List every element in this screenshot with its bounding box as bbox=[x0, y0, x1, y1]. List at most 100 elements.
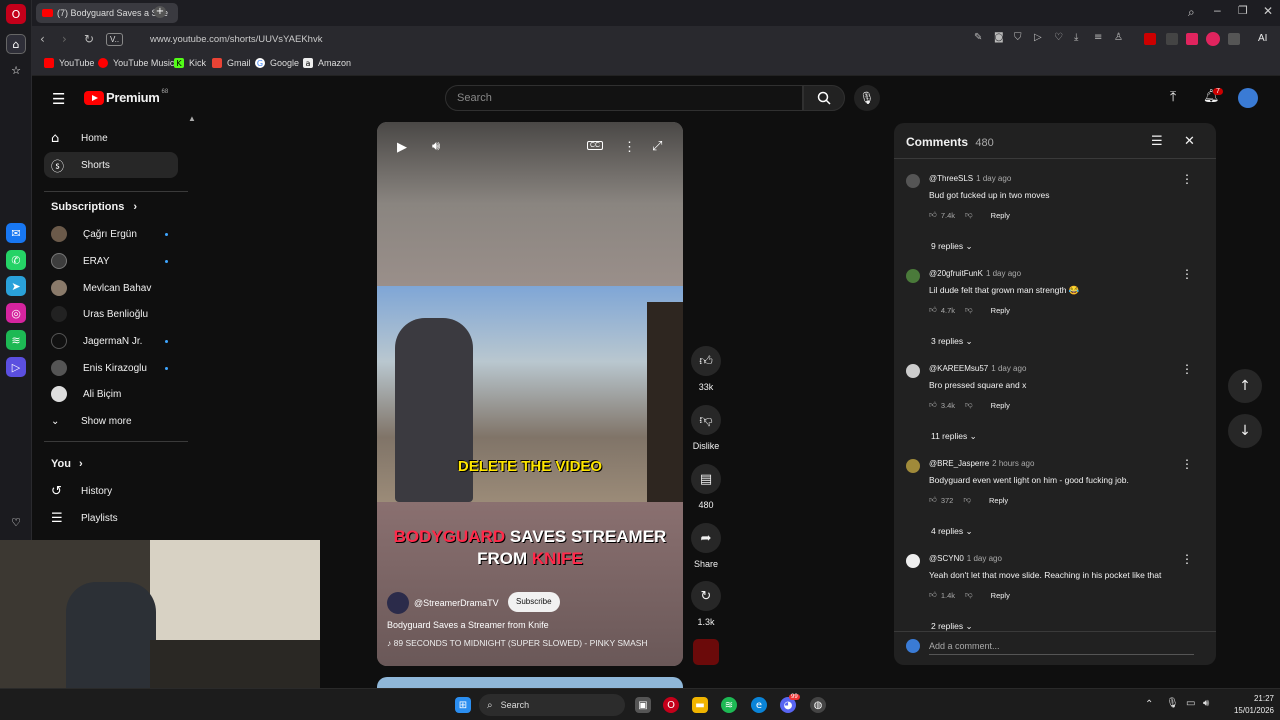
dislike-button[interactable]: 👎︎ Dislike bbox=[689, 405, 723, 451]
spotify-taskbar-icon[interactable]: ≋ bbox=[721, 697, 737, 713]
extension-icon[interactable] bbox=[1144, 33, 1156, 45]
youtube-premium-logo[interactable]: Premium 68 bbox=[84, 89, 168, 105]
comment-menu-icon[interactable]: ⋮ bbox=[1181, 172, 1193, 186]
sidebar-item-history[interactable]: ↺ History bbox=[44, 478, 178, 504]
extension-icon[interactable] bbox=[1228, 33, 1240, 45]
extension-icon[interactable] bbox=[1186, 33, 1198, 45]
reply-button[interactable]: Reply bbox=[991, 306, 1010, 315]
more-options-icon[interactable]: ⋮ bbox=[623, 139, 636, 155]
voice-search-button[interactable]: 🎙 bbox=[854, 85, 880, 111]
subscription-item[interactable]: ERAY bbox=[44, 248, 178, 274]
thumbs-up-icon[interactable]: 👍︎ bbox=[929, 305, 937, 315]
video-title[interactable]: Bodyguard Saves a Streamer from Knife bbox=[387, 620, 549, 630]
reload-icon[interactable]: ↻ bbox=[84, 32, 94, 46]
site-info-badge[interactable]: V.. bbox=[106, 33, 124, 46]
fullscreen-icon[interactable]: ⤢ bbox=[652, 139, 662, 154]
search-tabs-icon[interactable]: ⌕ bbox=[1188, 5, 1195, 20]
task-view-icon[interactable]: ▣ bbox=[635, 697, 651, 713]
network-icon[interactable]: ▭ bbox=[1186, 698, 1195, 709]
edge-icon[interactable]: e bbox=[751, 697, 767, 713]
thumbs-down-icon[interactable]: 👎︎ bbox=[963, 495, 971, 505]
replies-toggle[interactable]: 11 replies ⌄ bbox=[931, 431, 977, 442]
comment-author[interactable]: @SCYN0 bbox=[929, 554, 964, 563]
share-button[interactable]: ➦ Share bbox=[689, 523, 723, 569]
reply-button[interactable]: Reply bbox=[991, 401, 1010, 410]
comment-menu-icon[interactable]: ⋮ bbox=[1181, 552, 1193, 566]
close-icon[interactable]: ✕ bbox=[1184, 134, 1195, 149]
file-explorer-icon[interactable]: ▬ bbox=[692, 697, 708, 713]
replies-toggle[interactable]: 3 replies ⌄ bbox=[931, 336, 973, 347]
subscription-item[interactable]: Uras Benlioğlu bbox=[44, 301, 178, 327]
volume-tray-icon[interactable]: 🔊︎ bbox=[1203, 698, 1209, 709]
minimize-button[interactable]: – bbox=[1214, 3, 1221, 17]
you-header[interactable]: You › bbox=[51, 458, 83, 470]
reply-button[interactable]: Reply bbox=[991, 211, 1010, 220]
comment-menu-icon[interactable]: ⋮ bbox=[1181, 267, 1193, 281]
close-window-button[interactable]: ✕ bbox=[1263, 4, 1273, 18]
shorts-video-player[interactable]: DELETE THE VIDEO BODYGUARD SAVES STREAME… bbox=[377, 122, 683, 666]
subscription-item[interactable]: Ali Biçim bbox=[44, 381, 178, 407]
sidebar-item-playlists[interactable]: ☰ Playlists bbox=[44, 505, 178, 531]
avatar[interactable] bbox=[906, 459, 920, 473]
sound-thumbnail[interactable] bbox=[693, 639, 719, 665]
extension-icon[interactable] bbox=[1166, 33, 1178, 45]
captions-icon[interactable]: CC bbox=[587, 141, 604, 150]
subscription-item[interactable]: Çağrı Ergün bbox=[44, 221, 178, 247]
tray-chevron-icon[interactable]: ⌃ bbox=[1145, 699, 1153, 710]
windows-start-icon[interactable]: ⊞ bbox=[455, 697, 471, 713]
bookmark-youtube-music[interactable]: YouTube Music bbox=[98, 58, 174, 68]
back-icon[interactable]: ‹ bbox=[40, 32, 45, 46]
avatar[interactable] bbox=[906, 554, 920, 568]
bookmark-google[interactable]: G Google bbox=[255, 58, 299, 68]
avatar[interactable] bbox=[906, 269, 920, 283]
shield-icon[interactable]: ⛉ bbox=[1014, 32, 1022, 43]
avatar[interactable] bbox=[906, 364, 920, 378]
subscriptions-header[interactable]: Subscriptions › bbox=[51, 201, 137, 213]
heart-icon[interactable]: ♡ bbox=[6, 512, 26, 532]
clock[interactable]: 21:27 15/01/2026 bbox=[1222, 693, 1274, 717]
player-icon[interactable]: ▷ bbox=[6, 357, 26, 377]
taskbar-search[interactable]: ⌕ Search bbox=[479, 694, 625, 716]
search-button[interactable] bbox=[803, 85, 845, 111]
new-tab-button[interactable]: + bbox=[154, 6, 166, 18]
spotify-icon[interactable]: ≋ bbox=[6, 330, 26, 350]
comment-author[interactable]: @20gfruitFunK bbox=[929, 269, 983, 278]
opera-taskbar-icon[interactable]: O bbox=[663, 697, 679, 713]
thumbs-down-icon[interactable]: 👎︎ bbox=[965, 590, 973, 600]
comment-author[interactable]: @ThreeSLS bbox=[929, 174, 973, 183]
upload-icon[interactable]: ⤒ bbox=[1170, 89, 1176, 105]
subscription-item[interactable]: Enis Kirazoglu bbox=[44, 355, 178, 381]
comment-menu-icon[interactable]: ⋮ bbox=[1181, 457, 1193, 471]
steam-icon[interactable]: ◍ bbox=[810, 697, 826, 713]
subscription-item[interactable]: Mevlcan Bahav bbox=[44, 275, 178, 301]
play-icon[interactable]: ▶ bbox=[397, 140, 407, 155]
thumbs-up-icon[interactable]: 👍︎ bbox=[929, 400, 937, 410]
replies-toggle[interactable]: 9 replies ⌄ bbox=[931, 241, 973, 252]
thumbs-up-icon[interactable]: 👍︎ bbox=[929, 495, 937, 505]
channel-name[interactable]: @StreamerDramaTV bbox=[414, 598, 499, 608]
bookmark-gmail[interactable]: Gmail bbox=[212, 58, 251, 68]
ai-button[interactable]: AI bbox=[1258, 33, 1267, 44]
search-input[interactable]: Search bbox=[445, 85, 803, 111]
instagram-icon[interactable]: ◎ bbox=[6, 303, 26, 323]
bookmark-amazon[interactable]: a Amazon bbox=[303, 58, 351, 68]
download-icon[interactable]: ⤓ bbox=[1074, 32, 1078, 43]
replies-toggle[interactable]: 4 replies ⌄ bbox=[931, 526, 973, 537]
channel-avatar[interactable] bbox=[387, 592, 409, 614]
sidebar-scroll-up-icon[interactable]: ▲ bbox=[188, 114, 196, 123]
sort-icon[interactable]: ☰ bbox=[1151, 134, 1163, 149]
profile-icon[interactable]: ♙ bbox=[1114, 32, 1123, 43]
comment-menu-icon[interactable]: ⋮ bbox=[1181, 362, 1193, 376]
comment-author[interactable]: @KAREEMsu57 bbox=[929, 364, 988, 373]
telegram-icon[interactable]: ➤ bbox=[6, 276, 26, 296]
forward-icon[interactable]: › bbox=[62, 32, 67, 46]
sound-attribution[interactable]: ♪ 89 SECONDS TO MIDNIGHT (SUPER SLOWED) … bbox=[387, 638, 648, 648]
home-icon[interactable]: ⌂ bbox=[6, 34, 26, 54]
bookmark-youtube[interactable]: YouTube bbox=[44, 58, 94, 68]
add-comment-input[interactable]: Add a comment... bbox=[929, 641, 1194, 655]
volume-icon[interactable]: 🔊︎ bbox=[432, 139, 440, 154]
edit-icon[interactable]: ✎ bbox=[974, 32, 982, 43]
thumbs-up-icon[interactable]: 👍︎ bbox=[929, 590, 937, 600]
previous-short-button[interactable]: ↑ bbox=[1228, 369, 1262, 403]
camera-icon[interactable]: ◙ bbox=[994, 32, 1004, 43]
